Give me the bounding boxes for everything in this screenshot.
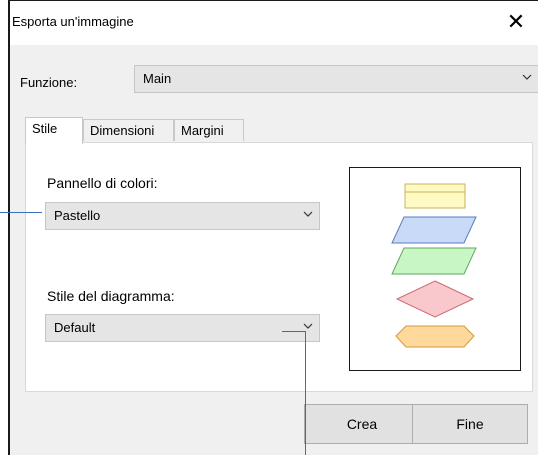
function-value: Main — [143, 71, 172, 86]
tab-margins[interactable]: Margini — [174, 119, 244, 141]
chevron-down-icon — [303, 211, 313, 217]
preview-box — [349, 167, 521, 371]
preview-hexagon — [395, 325, 475, 348]
create-button[interactable]: Crea — [304, 404, 420, 444]
tab-style[interactable]: Stile — [25, 117, 83, 144]
close-icon[interactable]: ✕ — [502, 8, 530, 36]
export-image-dialog: Esporta un'immagine ✕ Funzione: Main Sti… — [8, 0, 538, 455]
palette-select[interactable]: Pastello — [45, 202, 320, 230]
preview-diagram — [391, 183, 477, 348]
diagram-style-label: Stile del diagramma: — [47, 288, 175, 304]
preview-rectangle — [404, 183, 466, 209]
pointer-line — [282, 331, 306, 332]
pointer-line — [0, 212, 42, 213]
preview-parallelogram — [391, 247, 477, 275]
function-label: Funzione: — [20, 75, 78, 90]
palette-label: Pannello di colori: — [47, 175, 158, 191]
palette-value: Pastello — [54, 208, 101, 223]
function-select[interactable]: Main — [134, 65, 538, 93]
title-bar: Esporta un'immagine ✕ — [10, 1, 538, 45]
diagram-style-select[interactable]: Default — [45, 314, 320, 342]
preview-parallelogram — [391, 216, 477, 244]
chevron-down-icon — [303, 323, 313, 329]
chevron-down-icon — [522, 74, 532, 80]
tab-dimensions[interactable]: Dimensioni — [83, 119, 174, 141]
pointer-line — [305, 331, 306, 455]
window-title: Esporta un'immagine — [12, 14, 134, 29]
finish-button[interactable]: Fine — [412, 404, 528, 444]
preview-diamond — [395, 280, 475, 318]
diagram-style-value: Default — [54, 320, 96, 335]
